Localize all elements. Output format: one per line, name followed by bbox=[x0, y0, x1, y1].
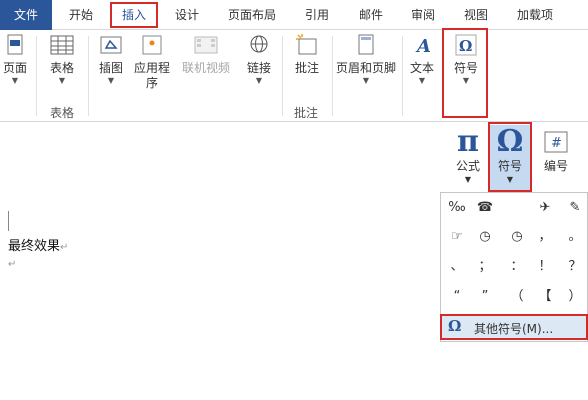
apps-button[interactable]: 应用程 序 bbox=[132, 32, 172, 91]
symbol-cell[interactable]: ‰ bbox=[443, 194, 471, 222]
dropdown-arrow-icon: ▼ bbox=[464, 175, 472, 184]
svg-text:#: # bbox=[551, 136, 562, 151]
dropdown-arrow-icon: ▼ bbox=[107, 76, 115, 85]
table-icon bbox=[50, 35, 74, 55]
symbol-highlight-box bbox=[488, 122, 532, 192]
table-label: 表格 bbox=[49, 61, 74, 75]
equation-button[interactable]: π 公式 ▼ bbox=[448, 125, 488, 187]
pages-button[interactable]: 页面 ▼ bbox=[0, 32, 30, 86]
dropdown-arrow-icon: ▼ bbox=[255, 76, 263, 85]
page-icon bbox=[7, 34, 23, 55]
symbol-cell[interactable]: ✎ bbox=[561, 194, 588, 222]
group-separator bbox=[36, 36, 37, 116]
pages-label: 页面 bbox=[2, 61, 27, 75]
symbol-cell[interactable] bbox=[503, 194, 531, 222]
number-button[interactable]: # 编号 bbox=[536, 125, 576, 173]
group-separator bbox=[332, 36, 333, 116]
tab-mailings[interactable]: 邮件 bbox=[350, 0, 392, 30]
text-label: 文本 bbox=[409, 61, 434, 75]
symbol-cell[interactable]: ， bbox=[531, 223, 559, 251]
text-cursor bbox=[8, 211, 9, 231]
online-video-label: 联机视频 bbox=[181, 61, 230, 75]
links-button[interactable]: 链接 ▼ bbox=[242, 32, 276, 86]
symbol-cell[interactable]: ： bbox=[503, 253, 531, 281]
symbol-cell[interactable]: ” bbox=[471, 283, 499, 311]
tab-file[interactable]: 文件 bbox=[0, 0, 52, 30]
symbol-cell[interactable]: ！ bbox=[531, 253, 559, 281]
text-box-icon: A bbox=[415, 36, 431, 57]
symbols-highlight-box bbox=[442, 28, 488, 118]
symbol-cell[interactable]: ◷ bbox=[471, 223, 499, 251]
online-video-button[interactable]: 联机视频 bbox=[178, 32, 234, 76]
text-button[interactable]: A 文本 ▼ bbox=[406, 32, 438, 86]
group-separator bbox=[88, 36, 89, 116]
symbol-cell[interactable]: ☞ bbox=[443, 223, 471, 251]
group-separator bbox=[402, 36, 403, 116]
tab-review[interactable]: 审阅 bbox=[402, 0, 444, 30]
more-symbols-item[interactable]: Ω 其他符号(M)... bbox=[440, 314, 588, 340]
symbol-cell[interactable]: ； bbox=[471, 253, 499, 281]
symbol-cell[interactable]: （ bbox=[503, 283, 531, 311]
comment-button[interactable]: 批注 bbox=[288, 32, 326, 76]
new-comment-icon bbox=[296, 34, 317, 55]
symbol-cell[interactable]: 【 bbox=[531, 283, 559, 311]
ribbon-insert: 页面 ▼ 表格 ▼ 表格 插图 ▼ 应用程 序 联机视频 链接 ▼ 批注 批注 bbox=[0, 28, 588, 147]
illustrations-button[interactable]: 插图 ▼ bbox=[94, 32, 128, 86]
apps-label: 应用程 bbox=[133, 61, 170, 75]
pi-icon: π bbox=[457, 124, 479, 159]
tab-insert[interactable]: 插入 bbox=[110, 2, 158, 28]
symbol-cell[interactable]: ◷ bbox=[503, 223, 531, 251]
dropdown-arrow-icon: ▼ bbox=[418, 76, 426, 85]
paragraph-mark: ↵ bbox=[8, 259, 17, 270]
apps-icon bbox=[142, 35, 162, 55]
apps-label-2: 序 bbox=[145, 76, 158, 90]
symbol-cell[interactable]: 。 bbox=[561, 223, 588, 251]
illustrations-label: 插图 bbox=[98, 61, 123, 75]
symbol-cell[interactable]: “ bbox=[443, 283, 471, 311]
symbols-panel: π 公式 ▼ Ω 符号 ▼ # 编号 bbox=[440, 122, 588, 192]
globe-link-icon bbox=[250, 35, 268, 53]
tab-home[interactable]: 开始 bbox=[60, 0, 102, 30]
links-label: 链接 bbox=[246, 61, 271, 75]
shapes-icon bbox=[100, 36, 122, 54]
tab-view[interactable]: 视图 bbox=[455, 0, 497, 30]
tab-references[interactable]: 引用 bbox=[296, 0, 338, 30]
header-footer-label: 页眉和页脚 bbox=[335, 61, 396, 75]
header-footer-button[interactable]: 页眉和页脚 ▼ bbox=[334, 32, 398, 86]
tab-design[interactable]: 设计 bbox=[166, 0, 208, 30]
comment-group-label: 批注 bbox=[294, 106, 319, 120]
symbol-cell[interactable]: ☎ bbox=[471, 194, 499, 222]
more-symbols-label: 其他符号(M)... bbox=[474, 322, 554, 336]
header-footer-icon bbox=[358, 34, 374, 55]
symbol-cell[interactable]: 、 bbox=[443, 253, 471, 281]
omega-icon: Ω bbox=[448, 317, 462, 335]
tab-page-layout[interactable]: 页面布局 bbox=[220, 0, 284, 30]
table-button[interactable]: 表格 ▼ bbox=[42, 32, 82, 86]
dropdown-arrow-icon: ▼ bbox=[58, 76, 66, 85]
group-separator bbox=[282, 36, 283, 116]
document-line-text: 最终效果 bbox=[8, 239, 61, 254]
return-mark: ↵ bbox=[60, 242, 69, 253]
svg-text:A: A bbox=[415, 36, 431, 57]
video-icon bbox=[194, 36, 218, 54]
symbol-cell[interactable]: ✈ bbox=[531, 194, 559, 222]
document-text: 最终效果↵ bbox=[8, 235, 68, 254]
dropdown-arrow-icon: ▼ bbox=[11, 76, 19, 85]
symbol-cell[interactable]: ？ bbox=[561, 253, 588, 281]
tab-addins[interactable]: 加载项 bbox=[507, 0, 563, 30]
dropdown-arrow-icon: ▼ bbox=[362, 76, 370, 85]
number-icon: # bbox=[544, 131, 568, 153]
equation-label: 公式 bbox=[455, 159, 480, 173]
symbol-cell[interactable]: ） bbox=[561, 283, 588, 311]
ribbon-tab-bar: 文件 开始 插入 设计 页面布局 引用 邮件 审阅 视图 加载项 bbox=[0, 0, 588, 30]
number-label: 编号 bbox=[543, 159, 568, 173]
table-group-label: 表格 bbox=[50, 106, 75, 120]
comment-label: 批注 bbox=[294, 61, 319, 75]
